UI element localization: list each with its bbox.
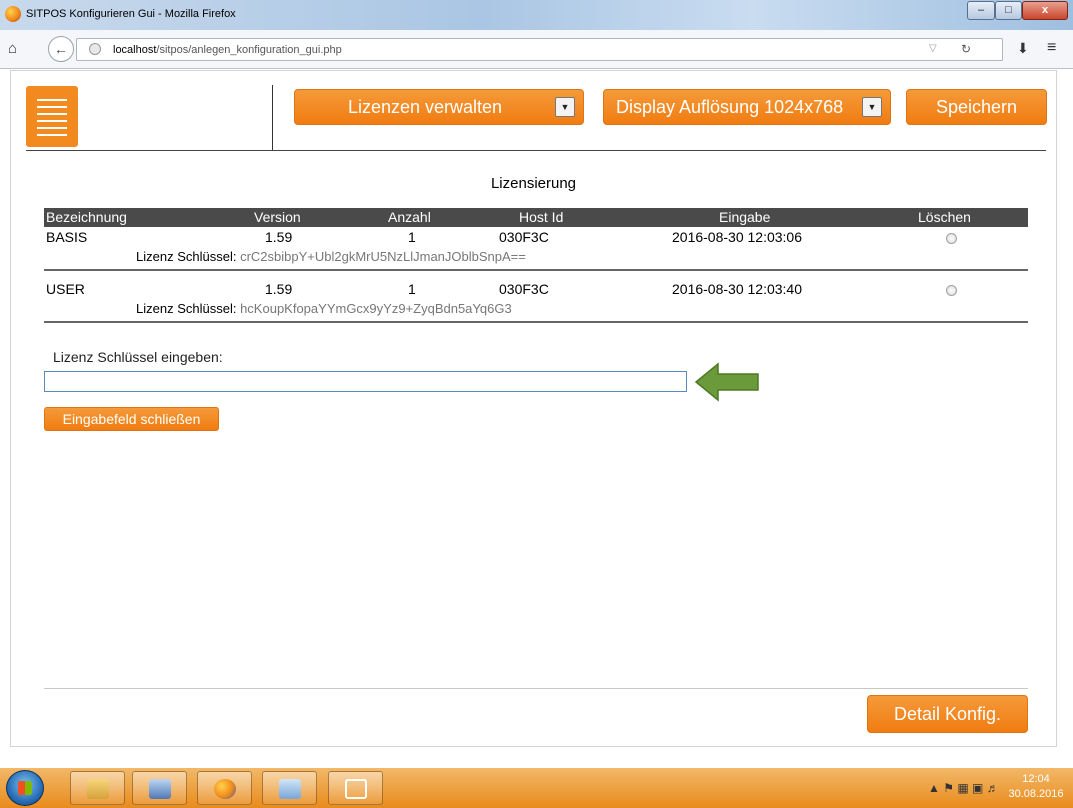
reload-icon[interactable]: ↻: [961, 42, 971, 56]
system-clock[interactable]: 12:04 30.08.2016: [1005, 772, 1067, 802]
window-title-bar: SITPOS Konfigurieren Gui - Mozilla Firef…: [0, 0, 1073, 30]
taskbar-explorer[interactable]: [70, 771, 125, 805]
taskbar-remote[interactable]: [262, 771, 317, 805]
license-key-label: Lizenz Schlüssel:: [136, 301, 237, 316]
clock-time: 12:04: [1022, 773, 1050, 785]
home-icon[interactable]: ⌂: [8, 40, 17, 57]
detail-config-button[interactable]: Detail Konfig.: [867, 695, 1028, 733]
minimize-button[interactable]: –: [967, 1, 995, 20]
url-path: /sitpos/anlegen_konfiguration_gui.php: [156, 44, 342, 56]
license-key-entry-label: Lizenz Schlüssel eingeben:: [53, 349, 223, 365]
back-arrow-icon[interactable]: ←: [48, 36, 74, 62]
taskbar-firefox[interactable]: [197, 771, 252, 805]
license-name: USER: [46, 281, 85, 297]
dropdown-arrow-icon[interactable]: ▼: [862, 97, 882, 117]
table-row: USER 1.59 1 030F3C 2016-08-30 12:03:40 L…: [44, 279, 1028, 323]
license-table: Bezeichnung Version Anzahl Host Id Einga…: [44, 208, 1028, 323]
url-dropdown-icon[interactable]: ▽: [929, 43, 937, 54]
column-header-count: Anzahl: [388, 209, 431, 225]
license-host-id: 030F3C: [499, 281, 549, 297]
dropdown-arrow-icon[interactable]: ▼: [555, 97, 575, 117]
green-arrow-icon: [694, 362, 759, 402]
start-button[interactable]: [6, 770, 44, 806]
windows-taskbar: ▲ ⚑ ▦ ▣ ♬ 12:04 30.08.2016: [0, 768, 1073, 808]
column-header-name: Bezeichnung: [46, 209, 127, 225]
network-icon[interactable]: ▦: [957, 781, 968, 795]
license-key-input[interactable]: [44, 371, 687, 392]
licensing-title: Lizensierung: [490, 175, 577, 192]
firefox-icon: [5, 6, 21, 22]
license-key-value: crC2sbibpY+Ubl2gkMrU5NzLlJmanJOblbSnpA==: [240, 249, 526, 264]
action-center-icon[interactable]: ⚑: [943, 781, 954, 795]
column-header-entered: Eingabe: [719, 209, 771, 225]
maximize-button[interactable]: □: [995, 1, 1022, 20]
hamburger-menu-icon[interactable]: [26, 86, 78, 147]
license-key: Lizenz Schlüssel: hcKoupKfopaYYmGcx9yYz9…: [136, 301, 512, 316]
license-host-id: 030F3C: [499, 229, 549, 245]
taskbar-sync[interactable]: [328, 771, 383, 805]
license-key-value: hcKoupKfopaYYmGcx9yYz9+ZyqBdn5aYq6G3: [240, 301, 512, 316]
delete-radio[interactable]: [946, 233, 957, 244]
volume-icon[interactable]: ♬: [987, 781, 999, 795]
license-entered: 2016-08-30 12:03:40: [672, 281, 802, 297]
globe-icon: [89, 43, 101, 55]
license-version: 1.59: [265, 229, 293, 245]
column-header-delete: Löschen: [918, 209, 971, 225]
license-count: 1: [408, 229, 416, 245]
clock-date: 30.08.2016: [1008, 788, 1064, 800]
table-header: Bezeichnung Version Anzahl Host Id Einga…: [44, 208, 1028, 227]
system-tray[interactable]: ▲ ⚑ ▦ ▣ ♬: [928, 781, 999, 795]
table-row: BASIS 1.59 1 030F3C 2016-08-30 12:03:06 …: [44, 227, 1028, 271]
save-button[interactable]: Speichern: [906, 89, 1047, 125]
header-divider: [272, 85, 273, 151]
license-count: 1: [408, 281, 416, 297]
keyboard-icon: [149, 779, 171, 799]
resolution-dropdown-label: Display Auflösung 1024x768: [616, 97, 844, 117]
url-text: localhost/sitpos/anlegen_konfiguration_g…: [113, 44, 342, 56]
remote-desktop-icon: [279, 779, 301, 799]
footer-separator: [44, 688, 1028, 689]
taskbar-keyboard[interactable]: [132, 771, 187, 805]
sync-icon: [345, 779, 367, 799]
window-title: SITPOS Konfigurieren Gui - Mozilla Firef…: [26, 8, 236, 20]
show-hidden-icons-icon[interactable]: ▲: [928, 781, 940, 795]
browser-toolbar: ⌂ ← localhost/sitpos/anlegen_konfigurati…: [0, 30, 1073, 69]
header-separator: [26, 150, 1046, 151]
license-version: 1.59: [265, 281, 293, 297]
display-resolution-dropdown[interactable]: Display Auflösung 1024x768 ▼: [603, 89, 891, 125]
license-name: BASIS: [46, 229, 88, 245]
license-entered: 2016-08-30 12:03:06: [672, 229, 802, 245]
column-header-version: Version: [254, 209, 301, 225]
close-window-button[interactable]: x: [1022, 1, 1068, 20]
url-host: localhost: [113, 44, 157, 56]
license-management-dropdown[interactable]: Lizenzen verwalten ▼: [294, 89, 584, 125]
folder-icon: [87, 779, 109, 799]
page-content: Lizenzen verwalten ▼ Display Auflösung 1…: [10, 70, 1057, 747]
menu-icon[interactable]: ≡: [1047, 39, 1056, 57]
license-dropdown-label: Lizenzen verwalten: [347, 97, 503, 117]
windows-logo-icon: [18, 781, 32, 795]
license-key: Lizenz Schlüssel: crC2sbibpY+Ubl2gkMrU5N…: [136, 249, 526, 264]
download-icon[interactable]: ⬇: [1017, 40, 1029, 57]
column-header-host-id: Host Id: [519, 209, 564, 225]
power-icon[interactable]: ▣: [972, 781, 983, 795]
delete-radio[interactable]: [946, 285, 957, 296]
close-entry-field-button[interactable]: Eingabefeld schließen: [44, 407, 219, 431]
address-bar[interactable]: localhost/sitpos/anlegen_konfiguration_g…: [76, 38, 1003, 61]
license-key-label: Lizenz Schlüssel:: [136, 249, 237, 264]
firefox-icon: [214, 779, 236, 799]
